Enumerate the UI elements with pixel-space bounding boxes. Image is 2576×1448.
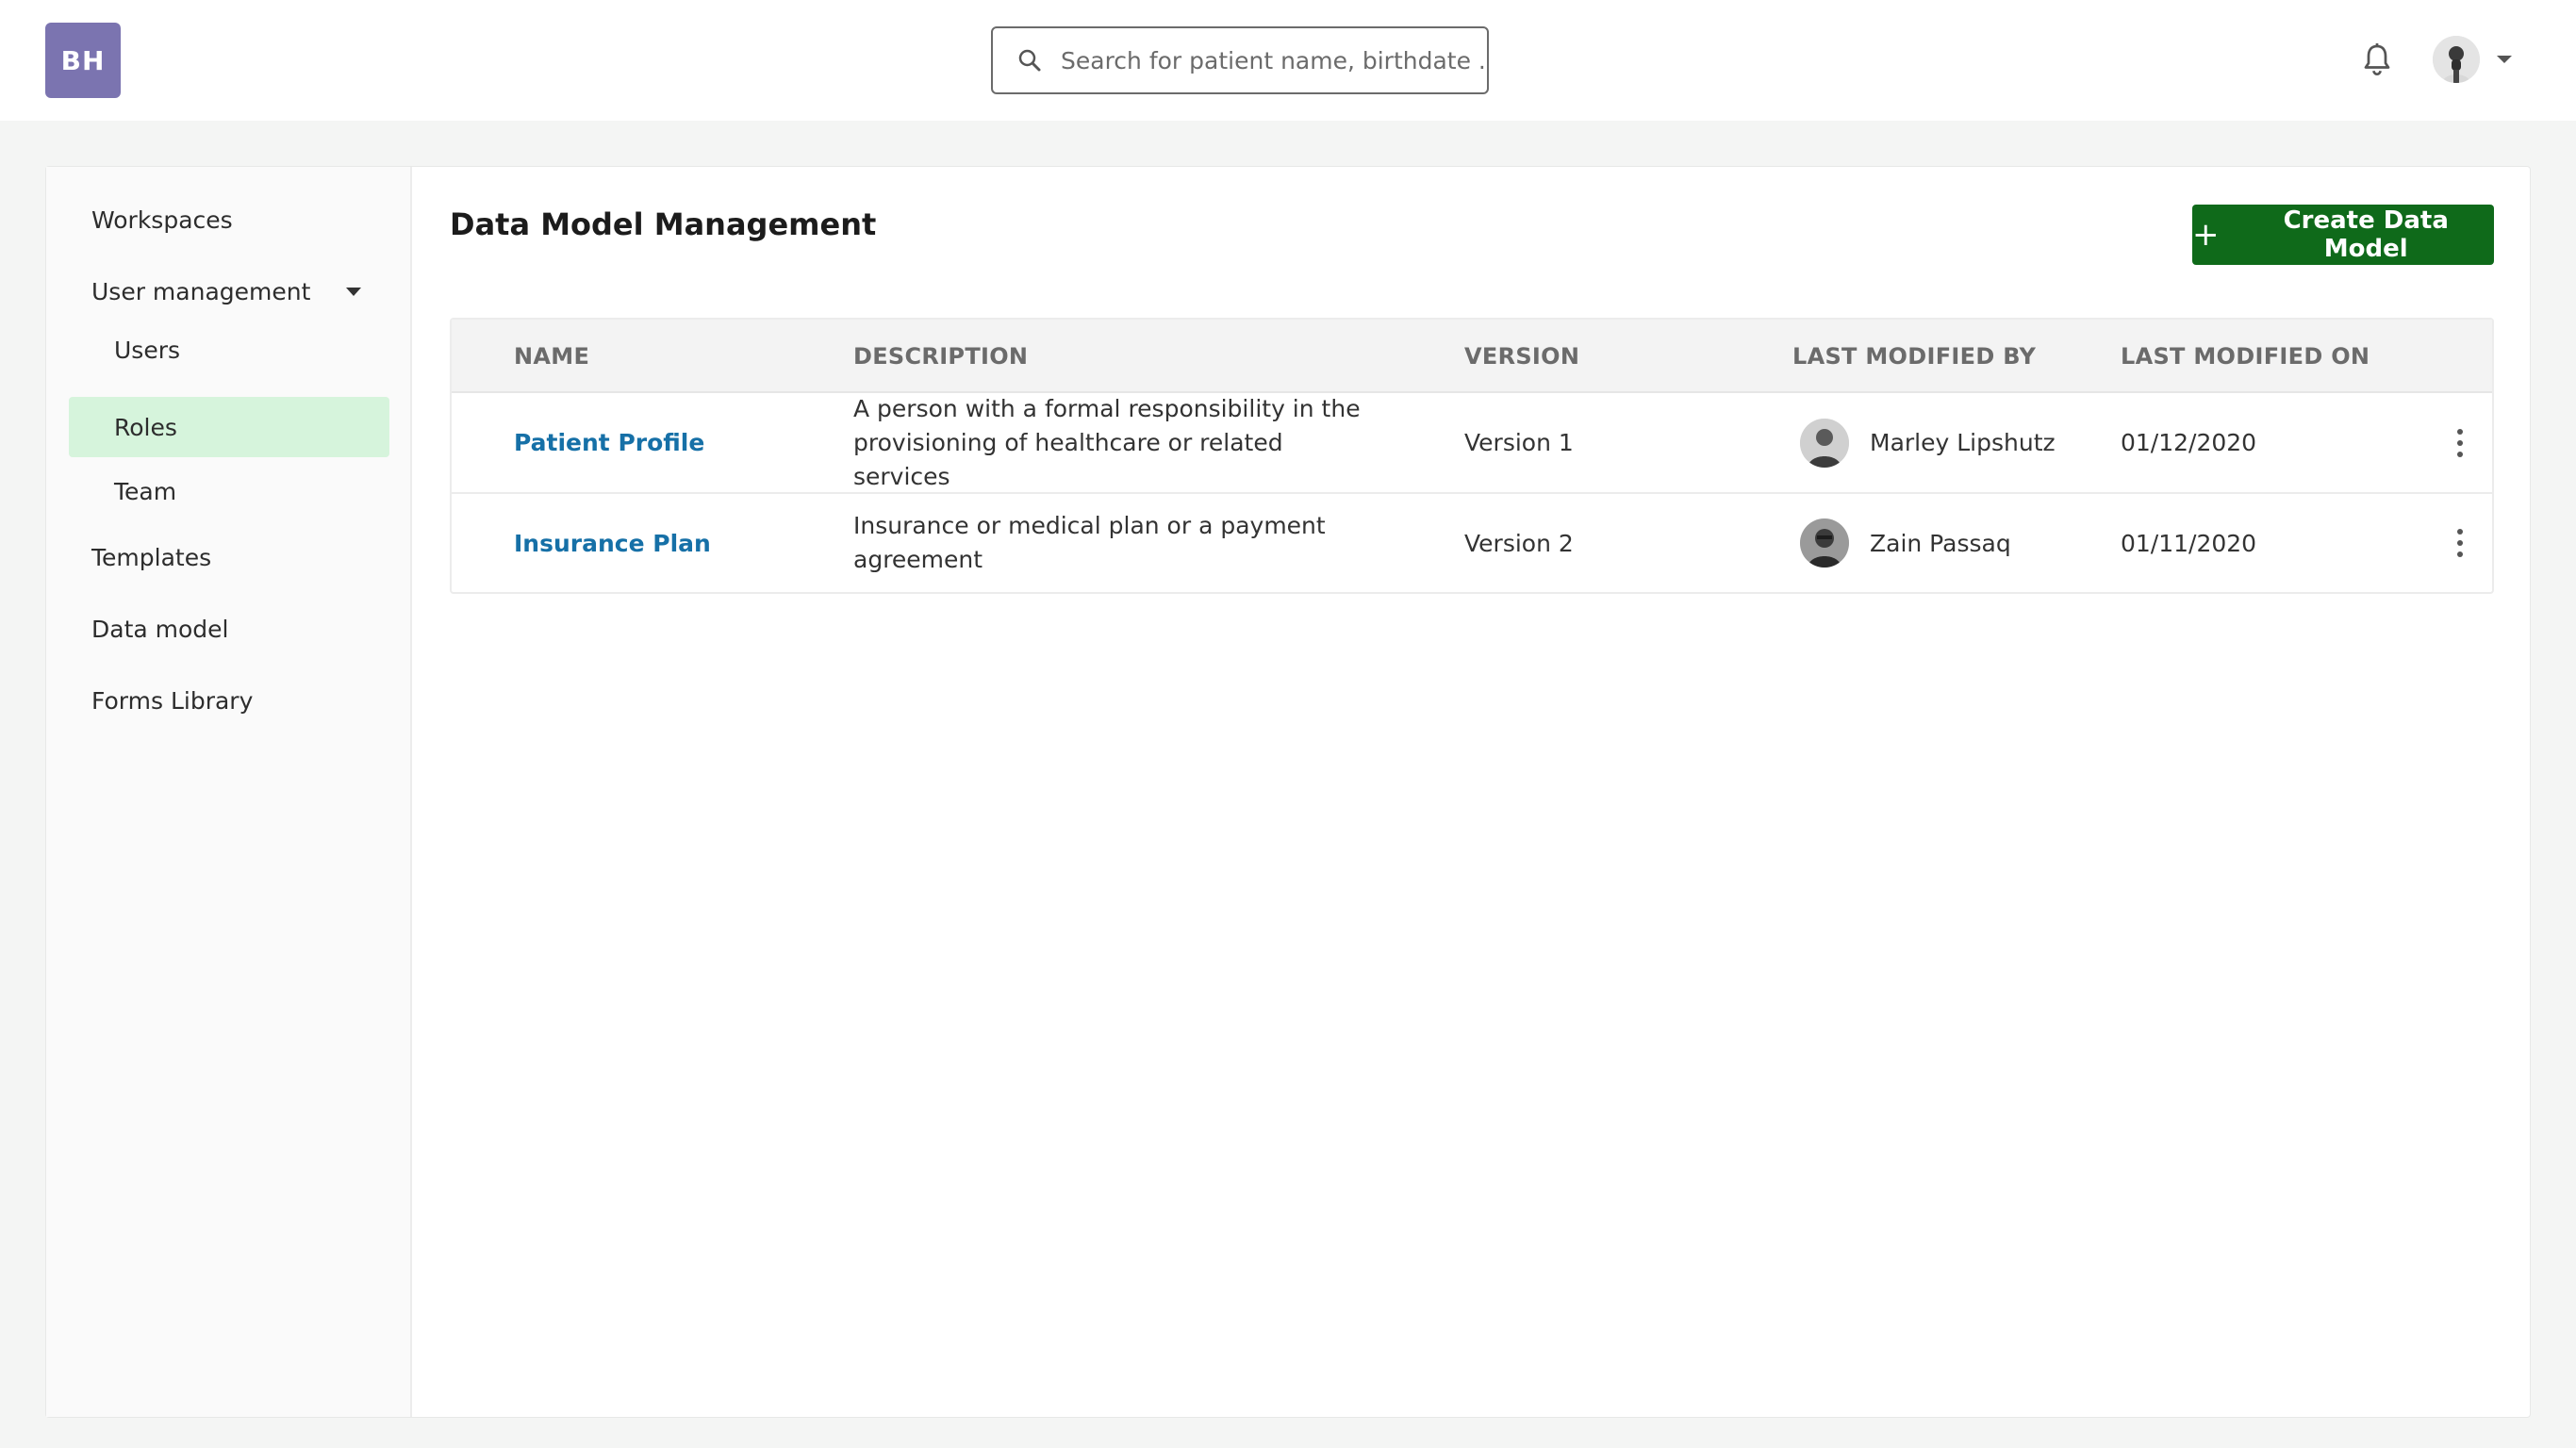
search-icon	[1018, 49, 1041, 72]
sidebar-item-workspaces[interactable]: Workspaces	[91, 206, 233, 234]
modified-on-date: 01/11/2020	[2121, 529, 2257, 557]
create-data-model-label: Create Data Model	[2283, 206, 2449, 263]
table-header: NAME DESCRIPTION VERSION LAST MODIFIED B…	[452, 320, 2492, 393]
column-header-last-modified-on[interactable]: LAST MODIFIED ON	[2121, 320, 2370, 393]
data-model-table: NAME DESCRIPTION VERSION LAST MODIFIED B…	[450, 318, 2494, 594]
table-row[interactable]: Insurance Plan Insurance or medical plan…	[452, 494, 2492, 592]
more-options-icon[interactable]	[2452, 527, 2468, 559]
data-model-description: Insurance or medical plan or a payment a…	[853, 512, 1326, 573]
column-header-name[interactable]: NAME	[514, 320, 589, 393]
search-input[interactable]	[1061, 46, 1487, 74]
top-bar: BH	[0, 0, 2576, 121]
data-model-version: Version 1	[1464, 429, 1574, 456]
data-model-name-link[interactable]: Insurance Plan	[514, 530, 711, 557]
data-model-version: Version 2	[1464, 529, 1574, 557]
modified-on-date: 01/12/2020	[2121, 429, 2257, 456]
search-box[interactable]	[991, 26, 1489, 94]
column-header-version[interactable]: VERSION	[1464, 320, 1579, 393]
avatar	[1800, 518, 1849, 568]
more-options-icon[interactable]	[2452, 427, 2468, 459]
sidebar-item-roles[interactable]: Roles	[69, 397, 389, 457]
chevron-down-icon[interactable]	[344, 287, 363, 298]
modified-by-name: Zain Passaq	[1870, 529, 2011, 557]
main-card: Workspaces User management Users Roles T…	[45, 166, 2531, 1418]
sidebar: Workspaces User management Users Roles T…	[46, 167, 412, 1417]
plus-icon: +	[2192, 216, 2220, 254]
create-data-model-button[interactable]: + Create Data Model	[2192, 205, 2494, 265]
app-logo[interactable]: BH	[45, 23, 121, 98]
bell-icon[interactable]	[2360, 41, 2394, 79]
sidebar-item-team[interactable]: Team	[69, 461, 389, 521]
column-header-description[interactable]: DESCRIPTION	[853, 320, 1028, 393]
user-menu[interactable]	[2433, 36, 2514, 83]
data-model-name-link[interactable]: Patient Profile	[514, 429, 704, 456]
content-area: Data Model Management + Create Data Mode…	[412, 167, 2530, 1417]
sidebar-item-templates[interactable]: Templates	[91, 544, 211, 571]
sidebar-item-user-management[interactable]: User management	[91, 278, 310, 305]
sidebar-item-users[interactable]: Users	[69, 320, 389, 380]
avatar	[1800, 418, 1849, 468]
page-title: Data Model Management	[450, 206, 877, 242]
sidebar-item-data-model[interactable]: Data model	[91, 616, 228, 643]
sidebar-item-forms-library[interactable]: Forms Library	[91, 687, 253, 715]
user-avatar[interactable]	[2433, 36, 2480, 83]
modified-by-name: Marley Lipshutz	[1870, 429, 2056, 456]
table-row[interactable]: Patient Profile A person with a formal r…	[452, 393, 2492, 494]
chevron-down-icon[interactable]	[2495, 54, 2514, 65]
column-header-last-modified-by[interactable]: LAST MODIFIED BY	[1792, 320, 2036, 393]
data-model-description: A person with a formal responsibility in…	[853, 394, 1361, 490]
